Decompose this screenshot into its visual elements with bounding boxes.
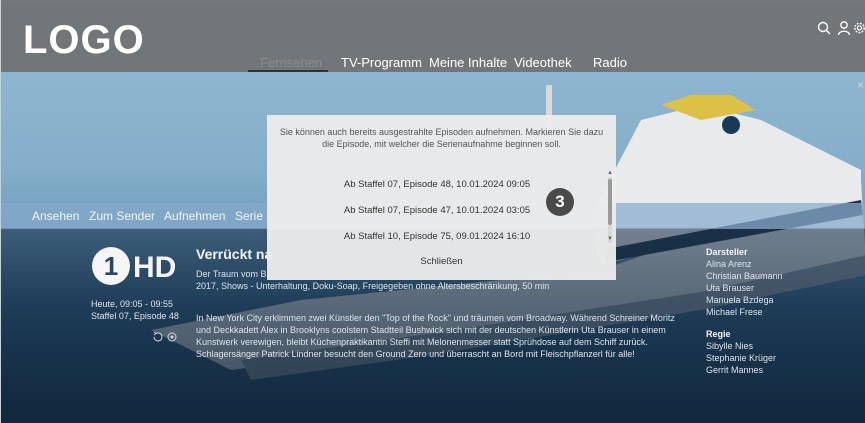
top-header: LOGO Fernsehen TV-Programm Meine Inhalte…	[1, 0, 865, 72]
nav-videothek[interactable]: Videothek	[514, 55, 572, 70]
scrollbar-thumb[interactable]	[608, 179, 612, 225]
search-icon[interactable]	[817, 20, 831, 36]
gear-icon[interactable]	[853, 20, 865, 36]
brand-logo[interactable]: LOGO	[23, 18, 145, 62]
nav-radio[interactable]: Radio	[593, 55, 627, 70]
user-icon[interactable]	[837, 20, 851, 36]
dialog-message: Sie können auch bereits ausgestrahlte Ep…	[267, 127, 616, 150]
step-number-badge: 3	[546, 188, 574, 216]
nav-fernsehen[interactable]: Fernsehen	[260, 55, 322, 70]
episode-option[interactable]: Ab Staffel 10, Episode 75, 09.01.2024 16…	[267, 231, 607, 242]
scroll-up-arrow-icon[interactable]: ▲	[607, 170, 613, 176]
dialog-message-line: Sie können auch bereits ausgestrahlte Ep…	[279, 127, 604, 137]
app-screen: LOGO Fernsehen TV-Programm Meine Inhalte…	[0, 0, 865, 423]
nav-tv-programm[interactable]: TV-Programm	[341, 55, 422, 70]
close-button[interactable]: Schließen	[267, 256, 616, 267]
dialog-message-line: die Episode, mit welcher die Serienaufna…	[322, 138, 561, 149]
scroll-down-arrow-icon[interactable]: ▼	[607, 236, 613, 242]
nav-meine-inhalte[interactable]: Meine Inhalte	[429, 55, 507, 70]
